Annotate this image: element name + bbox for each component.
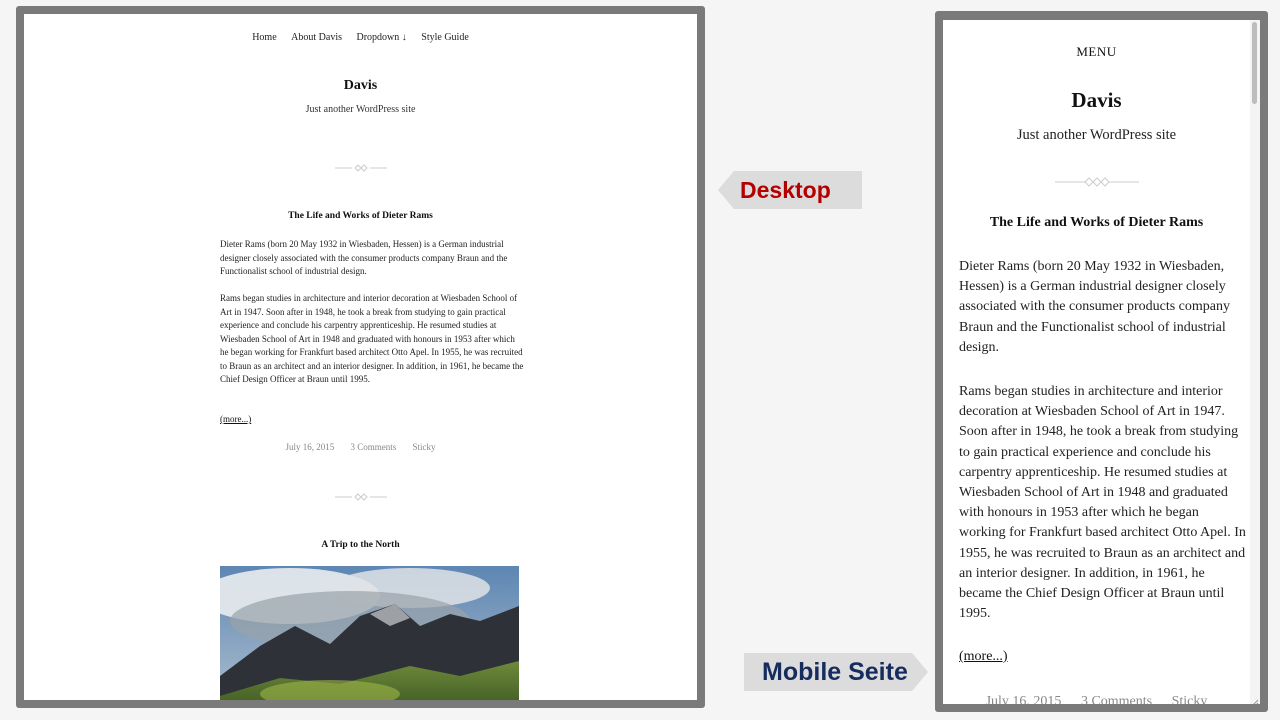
post-title[interactable]: The Life and Works of Dieter Rams: [24, 211, 697, 221]
vertical-scrollbar[interactable]: [1250, 20, 1260, 704]
post-sticky-badge: Sticky: [1171, 694, 1208, 704]
post-comments-link[interactable]: 3 Comments: [350, 442, 396, 452]
nav-item-about-davis[interactable]: About Davis: [291, 32, 342, 43]
nav-item-dropdown[interactable]: Dropdown ↓: [357, 32, 407, 43]
mobile-callout-label: Mobile Seite: [744, 653, 928, 691]
post-comments-link[interactable]: 3 Comments: [1081, 694, 1152, 704]
post-paragraph: Rams began studies in architecture and i…: [220, 293, 524, 384]
site-title[interactable]: Davis: [943, 88, 1250, 113]
scrollbar-thumb[interactable]: [1252, 22, 1257, 104]
desktop-callout-label: Desktop: [718, 171, 862, 209]
post-paragraph: Rams began studies in architecture and i…: [959, 384, 1246, 622]
desktop-screen: Home About Davis Dropdown ↓ Style Guide …: [24, 14, 697, 700]
read-more-link[interactable]: (more...): [959, 649, 1008, 665]
mobile-menu-toggle[interactable]: MENU: [943, 44, 1250, 60]
nav-item-style-guide[interactable]: Style Guide: [421, 32, 469, 43]
site-title[interactable]: Davis: [24, 78, 697, 94]
ornament-divider-icon: [1054, 177, 1139, 187]
post-title[interactable]: A Trip to the North: [24, 540, 697, 550]
resize-grip-icon[interactable]: [1250, 694, 1259, 704]
site-tagline: Just another WordPress site: [1016, 127, 1177, 143]
post-meta: July 16, 2015 3 Comments Sticky: [24, 442, 697, 452]
site-tagline: Just another WordPress site: [305, 104, 416, 115]
ornament-divider-icon: [334, 164, 387, 172]
read-more-link[interactable]: (more...): [220, 414, 251, 424]
desktop-main-nav: Home About Davis Dropdown ↓ Style Guide: [24, 32, 697, 43]
mobile-screen: MENU Davis Just another WordPress site T…: [943, 20, 1260, 704]
nav-item-home[interactable]: Home: [252, 32, 276, 43]
mobile-label-text: Mobile Seite: [762, 658, 908, 686]
desktop-label-text: Desktop: [740, 177, 831, 203]
post-paragraph: Dieter Rams (born 20 May 1932 in Wiesbad…: [959, 259, 1230, 355]
post-excerpt: Dieter Rams (born 20 May 1932 in Wiesbad…: [220, 238, 524, 387]
post-date[interactable]: July 16, 2015: [986, 694, 1062, 704]
ornament-divider-icon: [334, 493, 387, 501]
post-excerpt: Dieter Rams (born 20 May 1932 in Wiesbad…: [959, 257, 1249, 624]
desktop-device-frame: Home About Davis Dropdown ↓ Style Guide …: [16, 6, 705, 708]
post-meta: July 16, 2015 3 Comments Sticky: [943, 694, 1250, 704]
post-paragraph: Dieter Rams (born 20 May 1932 in Wiesbad…: [220, 239, 508, 276]
post-sticky-badge: Sticky: [412, 442, 436, 452]
post-date[interactable]: July 16, 2015: [285, 442, 334, 452]
post-title[interactable]: The Life and Works of Dieter Rams: [943, 215, 1250, 231]
post-featured-image[interactable]: [220, 566, 519, 700]
mobile-device-frame: MENU Davis Just another WordPress site T…: [935, 11, 1268, 712]
